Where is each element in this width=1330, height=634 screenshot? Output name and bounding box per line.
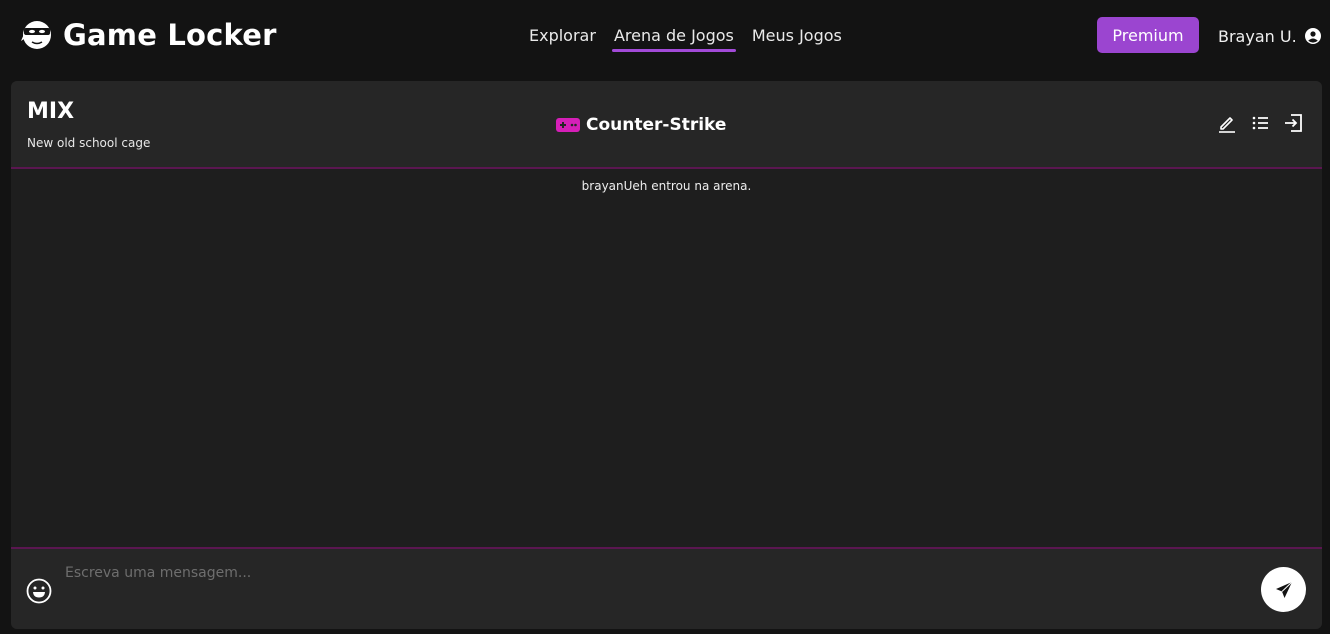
arena-game: Counter-Strike <box>556 114 726 136</box>
arena-actions <box>1217 113 1303 133</box>
emoji-icon[interactable] <box>26 578 52 604</box>
exit-icon[interactable] <box>1283 113 1303 133</box>
arena-chat-panel: MIX New old school cage Counter-Strike b… <box>11 81 1322 629</box>
user-circle-icon <box>1304 28 1321 44</box>
message-composer <box>11 547 1322 629</box>
app-name: Game Locker <box>63 18 277 52</box>
app-logo[interactable]: Game Locker <box>21 17 277 53</box>
message-input[interactable] <box>65 561 1245 585</box>
ninja-mask-icon <box>21 21 51 49</box>
game-name: Counter-Strike <box>586 115 727 135</box>
arena-header: MIX New old school cage Counter-Strike <box>11 81 1322 169</box>
arena-description: New old school cage <box>27 136 151 150</box>
send-icon <box>1275 581 1292 598</box>
nav-meus-jogos[interactable]: Meus Jogos <box>752 25 842 49</box>
send-button[interactable] <box>1261 567 1306 612</box>
message-list[interactable]: brayanUeh entrou na arena. <box>11 171 1322 547</box>
edit-icon[interactable] <box>1217 113 1237 133</box>
nav-explorar[interactable]: Explorar <box>529 25 596 49</box>
main-nav: Explorar Arena de Jogos Meus Jogos <box>529 24 842 52</box>
premium-button[interactable]: Premium <box>1097 17 1199 53</box>
nav-arena-de-jogos[interactable]: Arena de Jogos <box>611 25 736 52</box>
gamepad-icon <box>556 118 580 132</box>
arena-title: MIX <box>27 99 75 124</box>
list-icon[interactable] <box>1250 113 1270 133</box>
user-menu[interactable]: Brayan U. <box>1218 24 1321 48</box>
top-navigation-bar: Game Locker Explorar Arena de Jogos Meus… <box>0 0 1330 70</box>
user-name: Brayan U. <box>1218 26 1297 46</box>
system-message: brayanUeh entrou na arena. <box>581 179 752 193</box>
